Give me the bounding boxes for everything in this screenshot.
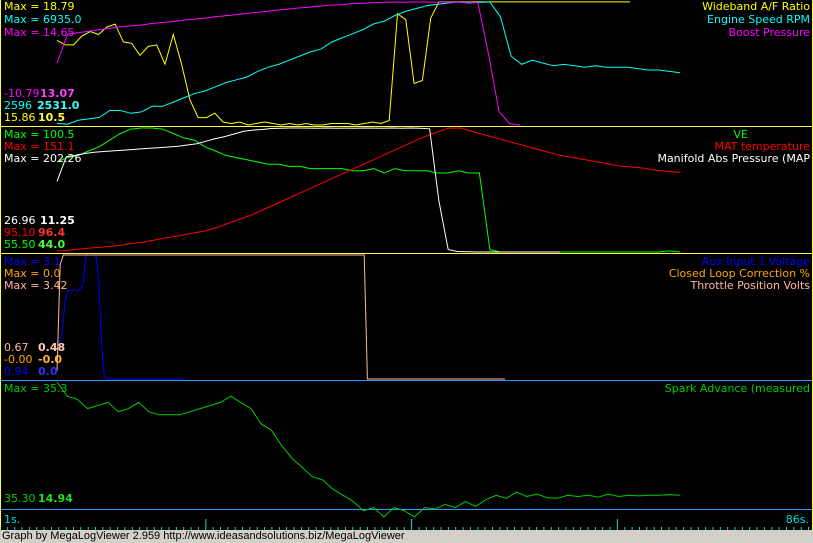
log-graph[interactable]: Max = 18.79 Max = 6935.0 Max = 14.65 Wid… (0, 0, 813, 543)
max-label-rpm: Max = 6935.0 (4, 13, 81, 26)
max-label-wideband: Max = 18.79 (4, 0, 74, 13)
cur-label-aux: 0.0 (38, 365, 58, 378)
time-start-label: 1s. (4, 513, 20, 526)
cur-label-spark: 14.94 (38, 492, 73, 505)
min-label-wideband: 15.86 (4, 111, 36, 124)
legend-wideband: Wideband A/F Ratio (702, 0, 810, 13)
legend-boost: Boost Pressure (728, 26, 810, 39)
max-label-spark: Max = 35.3 (4, 382, 67, 395)
min-label-aux: 0.94 (4, 365, 29, 378)
legend-spark: Spark Advance (measured (665, 382, 810, 395)
cur-label-wideband: 10.5 (38, 111, 65, 124)
legend-throttle: Throttle Position Volts (690, 279, 811, 292)
max-label-map: Max = 202.26 (4, 152, 81, 165)
max-label-throttle: Max = 3.42 (4, 279, 67, 292)
footer-bar: Graph by MegaLogViewer 2.959 http://www.… (0, 530, 813, 543)
legend-rpm: Engine Speed RPM (707, 13, 810, 26)
min-label-spark: 35.30 (4, 492, 36, 505)
max-label-boost: Max = 14.65 (4, 26, 74, 39)
time-end-label: 86s. (786, 513, 809, 526)
cur-label-ve: 44.0 (38, 238, 65, 251)
min-label-ve: 55.50 (4, 238, 36, 251)
legend-map: Manifold Abs Pressure (MAP (657, 152, 810, 165)
footer-credit: Graph by MegaLogViewer 2.959 http://www.… (2, 530, 405, 542)
graph-background (0, 0, 813, 530)
